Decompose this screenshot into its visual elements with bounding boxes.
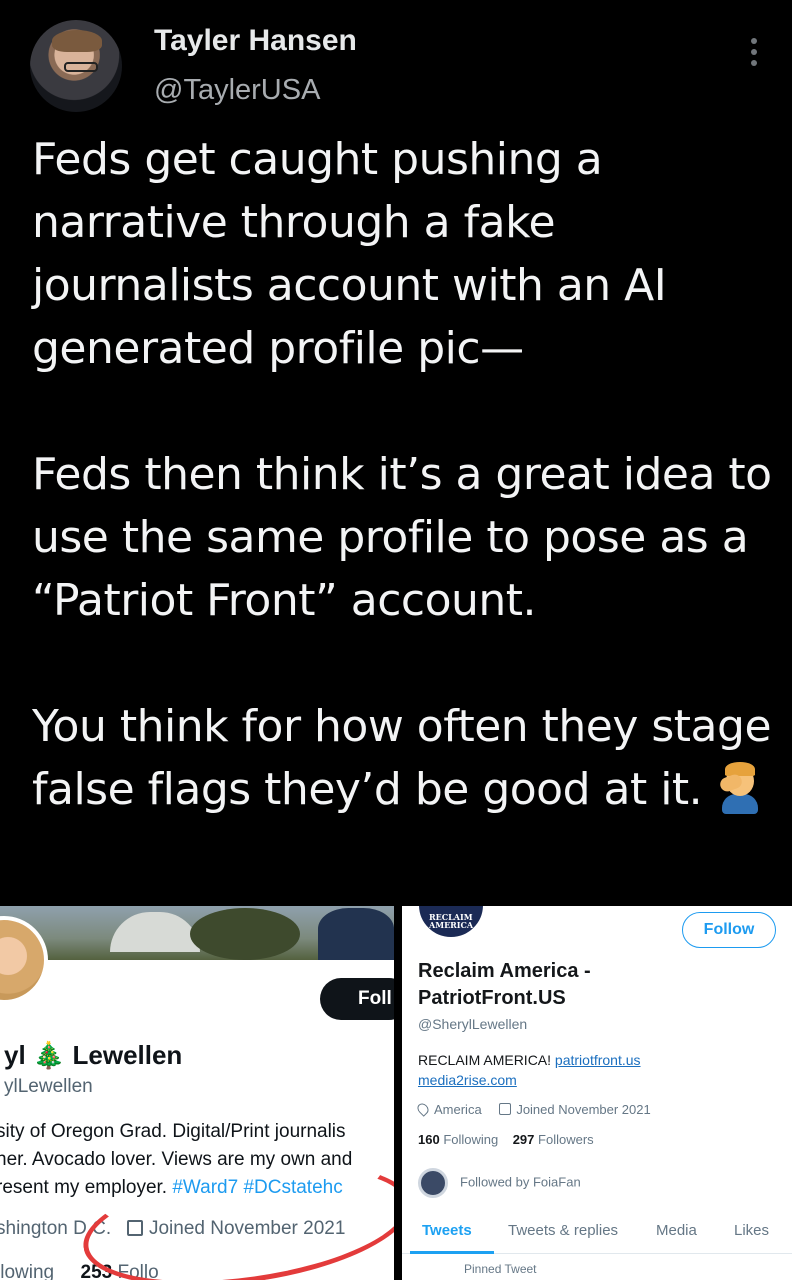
author-name[interactable]: Tayler Hansen — [154, 24, 357, 58]
tab-likes: Likes — [734, 1222, 770, 1239]
left-profile-name: yl 🎄 Lewellen — [4, 1040, 183, 1070]
left-profile-screenshot[interactable]: Foll yl 🎄 Lewellen ylLewellen sity of Or… — [0, 906, 394, 1280]
right-profile-counts: 160 Following 297 Followers — [418, 1132, 594, 1147]
right-profile-name: Reclaim America - PatriotFront.US — [418, 960, 591, 1009]
right-profile-avatar: RECLAIM AMERICA — [416, 906, 486, 940]
followed-by-row: Followed by FoiaFan — [418, 1168, 581, 1200]
tweet-paragraph-3-text: You think for how often they stage false… — [32, 701, 772, 815]
right-followers-label: Followers — [538, 1132, 594, 1147]
tab-media: Media — [656, 1222, 697, 1239]
right-follow-button: Follow — [682, 912, 776, 948]
more-options-icon[interactable] — [744, 36, 764, 70]
tab-tweets: Tweets — [422, 1222, 472, 1239]
follower-avatar — [418, 1168, 448, 1198]
right-joined-date: Joined November 2021 — [516, 1102, 651, 1117]
right-followers-count: 297 — [512, 1132, 535, 1147]
author-avatar[interactable] — [30, 20, 122, 112]
tab-tweets-replies: Tweets & replies — [508, 1222, 619, 1239]
right-profile-meta: America Joined November 2021 — [415, 1101, 651, 1117]
right-following-label: Following — [443, 1132, 499, 1147]
pinned-tweet-label: Pinned Tweet — [464, 1262, 537, 1276]
right-following-count: 160 — [418, 1132, 440, 1147]
right-avatar-text: RECLAIM AMERICA — [429, 912, 474, 930]
right-profile-bio: RECLAIM AMERICA! patriotfront.us media2r… — [418, 1050, 641, 1090]
location-pin-icon — [415, 1101, 431, 1117]
bio-line-1: sity of Oregon Grad. Digital/Print journ… — [0, 1121, 346, 1142]
tweet-paragraph-3: You think for how often they stage false… — [32, 695, 772, 821]
active-tab-indicator — [410, 1251, 494, 1254]
right-bio-link-2: media2rise.com — [418, 1072, 517, 1088]
avatar-hair — [52, 30, 102, 52]
avatar-glasses — [64, 62, 98, 72]
left-follow-button: Foll — [320, 978, 394, 1020]
profile-banner-image — [0, 906, 394, 960]
followed-by-text: Followed by FoiaFan — [460, 1174, 581, 1190]
right-profile-screenshot[interactable]: RECLAIM AMERICA Follow Reclaim America -… — [402, 906, 792, 1280]
right-location: America — [434, 1102, 482, 1117]
right-bio-link-1: patriotfront.us — [554, 1052, 641, 1068]
tweet-text: Feds get caught pushing a narrative thro… — [32, 128, 772, 821]
right-profile-handle: @SherylLewellen — [418, 1016, 528, 1032]
left-profile-handle: ylLewellen — [4, 1076, 93, 1097]
tweet-paragraph-2: Feds then think it’s a great idea to use… — [32, 449, 772, 626]
right-bio-text: RECLAIM AMERICA! — [418, 1052, 555, 1068]
calendar-icon — [499, 1103, 512, 1115]
profile-tabs: Tweets Tweets & replies Media Likes — [402, 1218, 792, 1254]
left-following-label: llowing — [0, 1262, 55, 1280]
facepalm-emoji-icon — [716, 762, 762, 814]
author-handle[interactable]: @TaylerUSA — [154, 74, 320, 107]
tweet-paragraph-1: Feds get caught pushing a narrative thro… — [32, 134, 667, 374]
